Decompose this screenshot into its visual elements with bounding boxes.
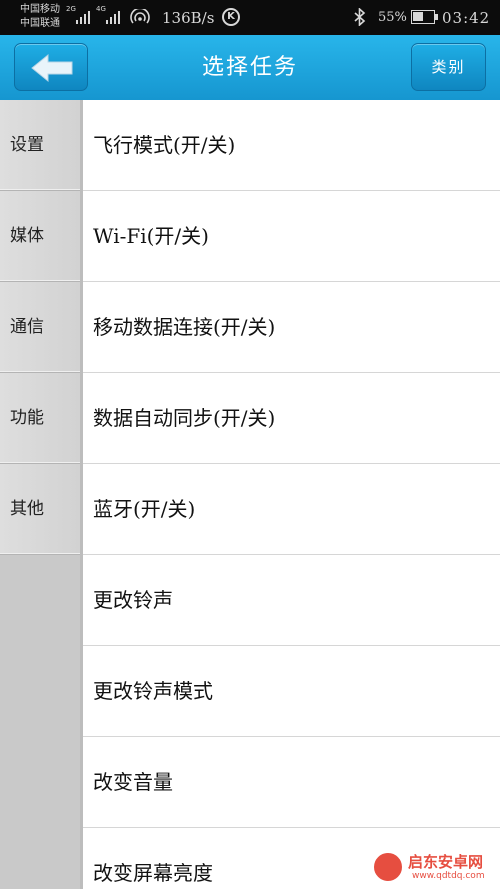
battery-fill <box>413 12 423 21</box>
carrier-2: 中国联通 <box>20 18 60 29</box>
task-wifi[interactable]: Wi-Fi(开/关) <box>83 191 500 282</box>
signal-1-icon: 2G <box>66 5 90 24</box>
task-mobile-data[interactable]: 移动数据连接(开/关) <box>83 282 500 373</box>
carrier-1: 中国移动 <box>20 4 60 15</box>
watermark-logo-icon <box>372 851 404 883</box>
sidebar-item-communication[interactable]: 通信 <box>0 282 80 373</box>
signal-2-icon: 4G <box>96 5 120 24</box>
task-auto-sync[interactable]: 数据自动同步(开/关) <box>83 373 500 464</box>
back-arrow-icon <box>31 53 73 83</box>
hotspot-icon <box>130 9 150 24</box>
watermark-text: 启东安卓网 <box>408 853 484 871</box>
sidebar-item-media[interactable]: 媒体 <box>0 191 80 282</box>
back-button[interactable] <box>14 43 88 91</box>
category-button[interactable]: 类别 <box>411 43 486 91</box>
battery-percent: 55% <box>378 10 407 25</box>
sidebar-item-other[interactable]: 其他 <box>0 464 80 555</box>
task-list: 飞行模式(开/关) Wi-Fi(开/关) 移动数据连接(开/关) 数据自动同步(… <box>83 100 500 889</box>
task-airplane-mode[interactable]: 飞行模式(开/关) <box>83 100 500 191</box>
task-change-ringer-mode[interactable]: 更改铃声模式 <box>83 646 500 737</box>
task-change-ringtone[interactable]: 更改铃声 <box>83 555 500 646</box>
app-k-icon: K <box>222 8 240 26</box>
sidebar-item-settings[interactable]: 设置 <box>0 100 80 191</box>
carrier-labels: 中国移动 中国联通 <box>20 3 60 31</box>
status-bar: 中国移动 中国联通 2G 4G 136B/s K 55% 03:42 <box>0 0 500 35</box>
battery-icon <box>411 10 438 24</box>
title-bar: 选择任务 类别 <box>0 35 500 100</box>
sidebar-item-functions[interactable]: 功能 <box>0 373 80 464</box>
task-bluetooth[interactable]: 蓝牙(开/关) <box>83 464 500 555</box>
category-sidebar: 设置 媒体 通信 功能 其他 <box>0 100 83 889</box>
bluetooth-icon <box>354 8 366 26</box>
clock: 03:42 <box>442 9 491 27</box>
watermark: 启东安卓网 www.qdtdq.com <box>372 849 496 887</box>
task-change-volume[interactable]: 改变音量 <box>83 737 500 828</box>
watermark-url: www.qdtdq.com <box>412 871 485 881</box>
network-type-1: 2G <box>66 5 76 13</box>
network-speed: 136B/s <box>162 9 215 27</box>
network-type-2: 4G <box>96 5 106 13</box>
